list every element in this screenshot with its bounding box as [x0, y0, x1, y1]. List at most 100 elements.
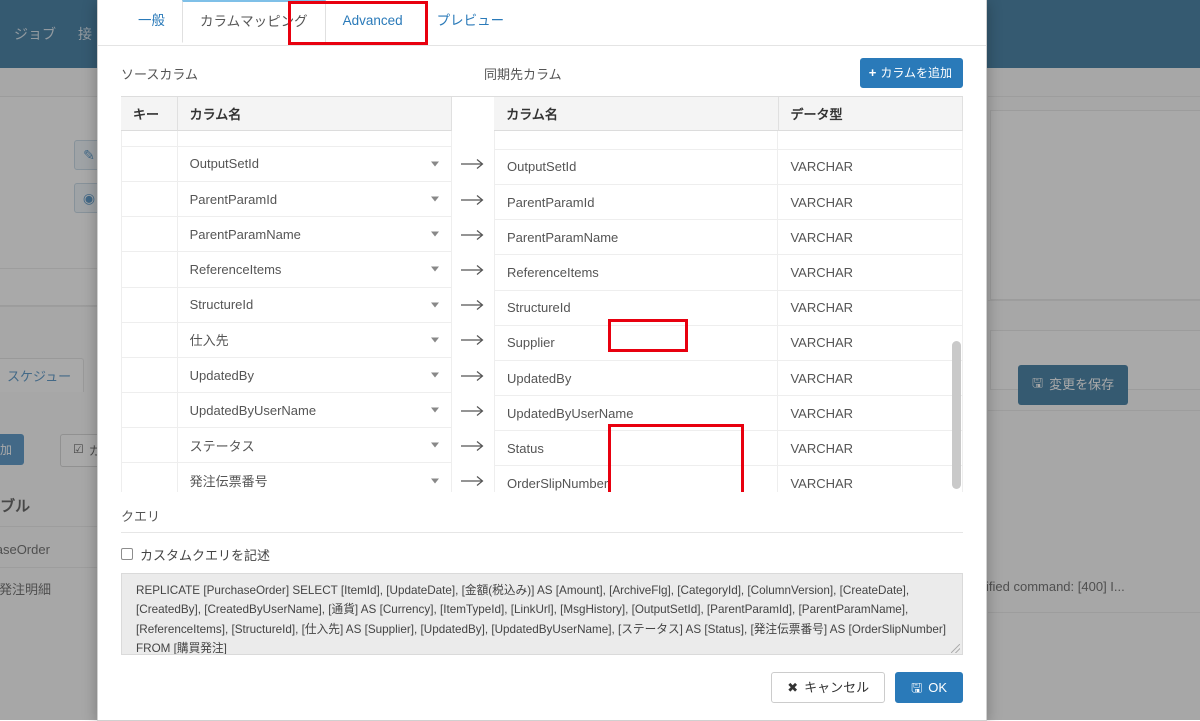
cell-data-type[interactable]: VARCHAR — [778, 150, 963, 185]
mapping-table-scrollbar[interactable] — [952, 133, 961, 492]
cell-data-type[interactable]: VARCHAR — [778, 396, 963, 431]
cell-dest-value: OrderSlipNumber — [507, 476, 608, 491]
cell-key[interactable] — [121, 217, 178, 252]
cell-dest-column[interactable]: UpdatedByUserName — [494, 396, 778, 431]
chevron-down-icon[interactable] — [431, 197, 439, 202]
cell-arrow — [452, 217, 494, 252]
cell-dest-column[interactable]: StructureId — [494, 291, 778, 326]
chevron-down-icon[interactable] — [431, 161, 439, 166]
tab-column-mapping[interactable]: カラムマッピング — [182, 0, 326, 43]
cell-source-column[interactable]: UpdatedBy — [178, 358, 453, 393]
ok-button[interactable]: 🖫 OK — [895, 672, 963, 703]
tab-advanced[interactable]: Advanced — [326, 0, 420, 41]
cell-dest-column[interactable] — [494, 131, 778, 150]
header-data-type: データ型 — [779, 97, 963, 131]
tab-advanced-label: Advanced — [343, 13, 403, 28]
tab-general[interactable]: 一般 — [121, 0, 182, 41]
cell-key[interactable] — [121, 358, 178, 393]
cell-source-value: 発注伝票番号 — [190, 471, 268, 490]
cell-key[interactable] — [121, 252, 178, 287]
cell-source-column[interactable]: ParentParamName — [178, 217, 453, 252]
cell-key[interactable] — [121, 323, 178, 358]
cell-key[interactable] — [121, 147, 178, 182]
cell-source-column[interactable] — [178, 131, 453, 147]
cell-source-value: ステータス — [190, 436, 255, 455]
cell-key[interactable] — [121, 463, 178, 491]
cell-source-column[interactable]: 仕入先 — [178, 323, 453, 358]
chevron-down-icon[interactable] — [431, 232, 439, 237]
cancel-button[interactable]: ✖ キャンセル — [771, 672, 885, 703]
mapping-table: キー カラム名 カラム名 データ型 OutputSetId OutputSetId… — [121, 96, 963, 492]
cell-data-type[interactable]: VARCHAR — [778, 431, 963, 466]
cell-data-type[interactable]: VARCHAR — [778, 255, 963, 290]
query-label: クエリ — [121, 506, 963, 533]
cell-dest-column[interactable]: ParentParamName — [494, 220, 778, 255]
cell-dest-column[interactable]: Status — [494, 431, 778, 466]
cell-data-type[interactable]: VARCHAR — [778, 291, 963, 326]
cell-dest-value: Status — [507, 441, 544, 456]
cell-data-type[interactable]: VARCHAR — [778, 361, 963, 396]
cell-key[interactable] — [121, 428, 178, 463]
cell-data-type[interactable] — [778, 131, 963, 150]
cell-dest-column[interactable]: Supplier — [494, 326, 778, 361]
cell-key[interactable] — [121, 182, 178, 217]
cell-key[interactable] — [121, 393, 178, 428]
cell-key[interactable] — [121, 131, 178, 147]
cell-dest-value: ReferenceItems — [507, 265, 599, 280]
cell-dest-column[interactable]: OutputSetId — [494, 150, 778, 185]
cell-arrow — [452, 358, 494, 393]
cell-key[interactable] — [121, 288, 178, 323]
cell-dest-column[interactable]: ReferenceItems — [494, 255, 778, 290]
cell-source-value: ParentParamId — [190, 192, 277, 207]
tab-preview-label: プレビュー — [437, 13, 505, 28]
cell-source-value: StructureId — [190, 297, 254, 312]
cell-dest-column[interactable]: ParentParamId — [494, 185, 778, 220]
resize-grip-icon[interactable] — [951, 644, 960, 653]
cell-arrow — [452, 288, 494, 323]
cell-arrow — [452, 131, 494, 147]
cell-source-column[interactable]: 発注伝票番号 — [178, 463, 453, 491]
mapping-table-header-row: キー カラム名 カラム名 データ型 — [121, 97, 963, 131]
column-section-headings: ソースカラム 同期先カラム + カラムを追加 — [121, 58, 963, 96]
cancel-button-label: キャンセル — [804, 681, 869, 694]
cell-data-type[interactable]: VARCHAR — [778, 220, 963, 255]
cell-source-column[interactable]: ReferenceItems — [178, 252, 453, 287]
cell-data-type[interactable]: VARCHAR — [778, 466, 963, 491]
chevron-down-icon[interactable] — [431, 302, 439, 307]
chevron-down-icon[interactable] — [431, 443, 439, 448]
cell-data-type[interactable]: VARCHAR — [778, 326, 963, 361]
custom-query-row[interactable]: カスタムクエリを記述 — [121, 545, 963, 564]
header-dest-column: カラム名 — [494, 97, 778, 131]
cell-arrow — [452, 393, 494, 428]
chevron-down-icon[interactable] — [431, 408, 439, 413]
cell-data-type[interactable]: VARCHAR — [778, 185, 963, 220]
cell-source-column[interactable]: OutputSetId — [178, 147, 453, 182]
header-gap — [452, 97, 494, 131]
dialog-tabbar: 一般 カラムマッピング Advanced プレビュー — [98, 0, 986, 46]
query-textarea[interactable]: REPLICATE [PurchaseOrder] SELECT [ItemId… — [121, 573, 963, 655]
tab-preview[interactable]: プレビュー — [420, 0, 522, 41]
tab-general-label: 一般 — [138, 13, 165, 28]
close-icon: ✖ — [787, 681, 798, 694]
chevron-down-icon[interactable] — [431, 478, 439, 483]
cell-data-type-value: VARCHAR — [790, 476, 853, 491]
dialog-footer: ✖ キャンセル 🖫 OK — [98, 655, 986, 720]
cell-dest-column[interactable]: OrderSlipNumber — [494, 466, 778, 491]
mapping-table-scrollbar-thumb[interactable] — [952, 341, 961, 489]
cell-source-column[interactable]: StructureId — [178, 288, 453, 323]
chevron-down-icon[interactable] — [431, 267, 439, 272]
chevron-down-icon[interactable] — [431, 373, 439, 378]
source-columns-heading: ソースカラム — [121, 64, 198, 83]
cell-data-type-value: VARCHAR — [790, 441, 853, 456]
cell-source-column[interactable]: ParentParamId — [178, 182, 453, 217]
add-column-button[interactable]: + カラムを追加 — [860, 58, 963, 88]
cell-source-column[interactable]: ステータス — [178, 428, 453, 463]
chevron-down-icon[interactable] — [431, 337, 439, 342]
cell-dest-value: OutputSetId — [507, 159, 576, 174]
cell-source-value: ParentParamName — [190, 227, 301, 242]
mapping-rows-viewport: OutputSetIdOutputSetIdVARCHARParentParam… — [121, 131, 963, 492]
cell-dest-column[interactable]: UpdatedBy — [494, 361, 778, 396]
cell-source-column[interactable]: UpdatedByUserName — [178, 393, 453, 428]
custom-query-checkbox[interactable] — [121, 548, 133, 560]
cell-data-type-value: VARCHAR — [790, 371, 853, 386]
